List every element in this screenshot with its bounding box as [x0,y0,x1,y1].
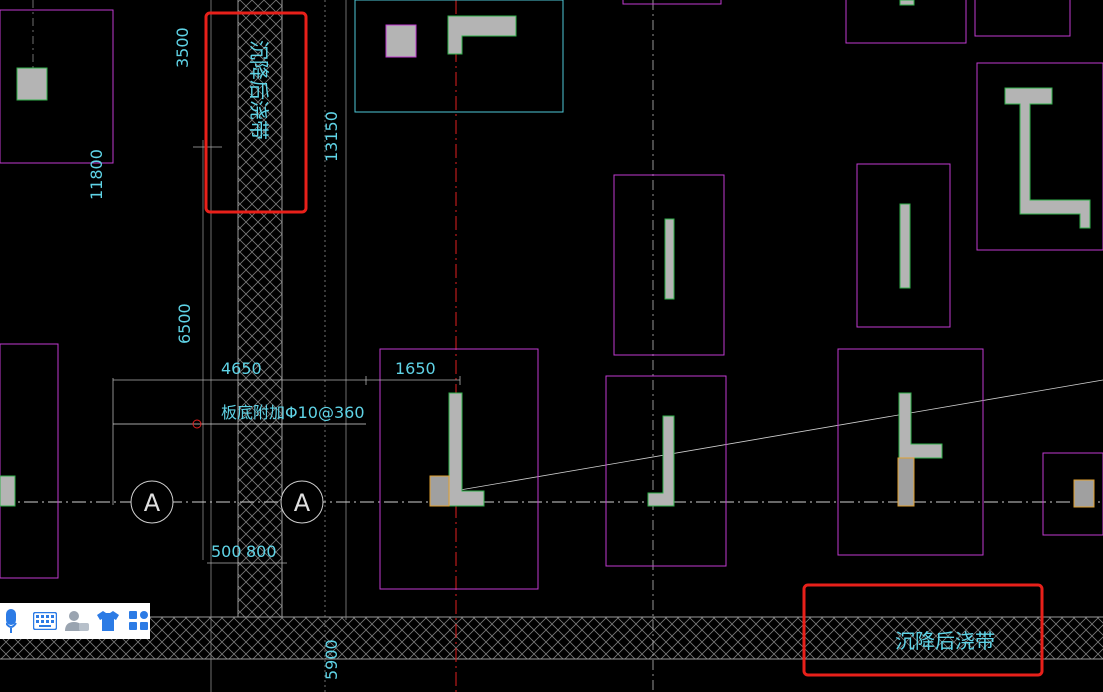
grid-apps-icon [128,611,148,630]
user-group-icon [64,611,89,631]
dim-3500: 3500 [173,27,192,68]
axis-label-a-right: A [294,489,311,517]
construction-lines [32,0,654,692]
keyboard-icon [32,612,57,630]
shirt-button[interactable] [97,607,120,635]
shirt-icon [97,611,119,631]
dim-800: 800 [246,542,277,561]
diagonal-line [459,379,1103,491]
rebar-note: 板底附加Φ10@360 [221,403,365,422]
post-pour-band-label-horizontal: 沉降后浇带 [895,629,995,653]
dim-500: 500 [211,542,242,561]
dim-5900: 5900 [322,639,341,680]
microphone-icon [6,609,18,633]
axis-bubble-right: A [280,480,324,524]
dim-1650: 1650 [395,359,436,378]
dim-11800: 11800 [87,149,106,200]
user-group-button[interactable] [64,607,89,635]
post-pour-band-label-vertical: 沉降后浇带 [247,40,271,140]
axis-label-a-left: A [144,489,161,517]
keyboard-button[interactable] [32,607,57,635]
orange-column-shapes [429,457,1095,508]
apps-grid-button[interactable] [127,607,150,635]
wall-shapes [0,0,1091,507]
cad-drawing-canvas[interactable]: A A 3500 13150 11800 6500 5900 4650 1650… [0,0,1103,692]
axis-bubble-left: A [130,480,174,524]
dim-13150: 13150 [322,111,341,162]
dim-6500: 6500 [175,303,194,344]
microphone-button[interactable] [2,607,25,635]
floating-input-toolbar [0,603,150,639]
dim-4650: 4650 [221,359,262,378]
